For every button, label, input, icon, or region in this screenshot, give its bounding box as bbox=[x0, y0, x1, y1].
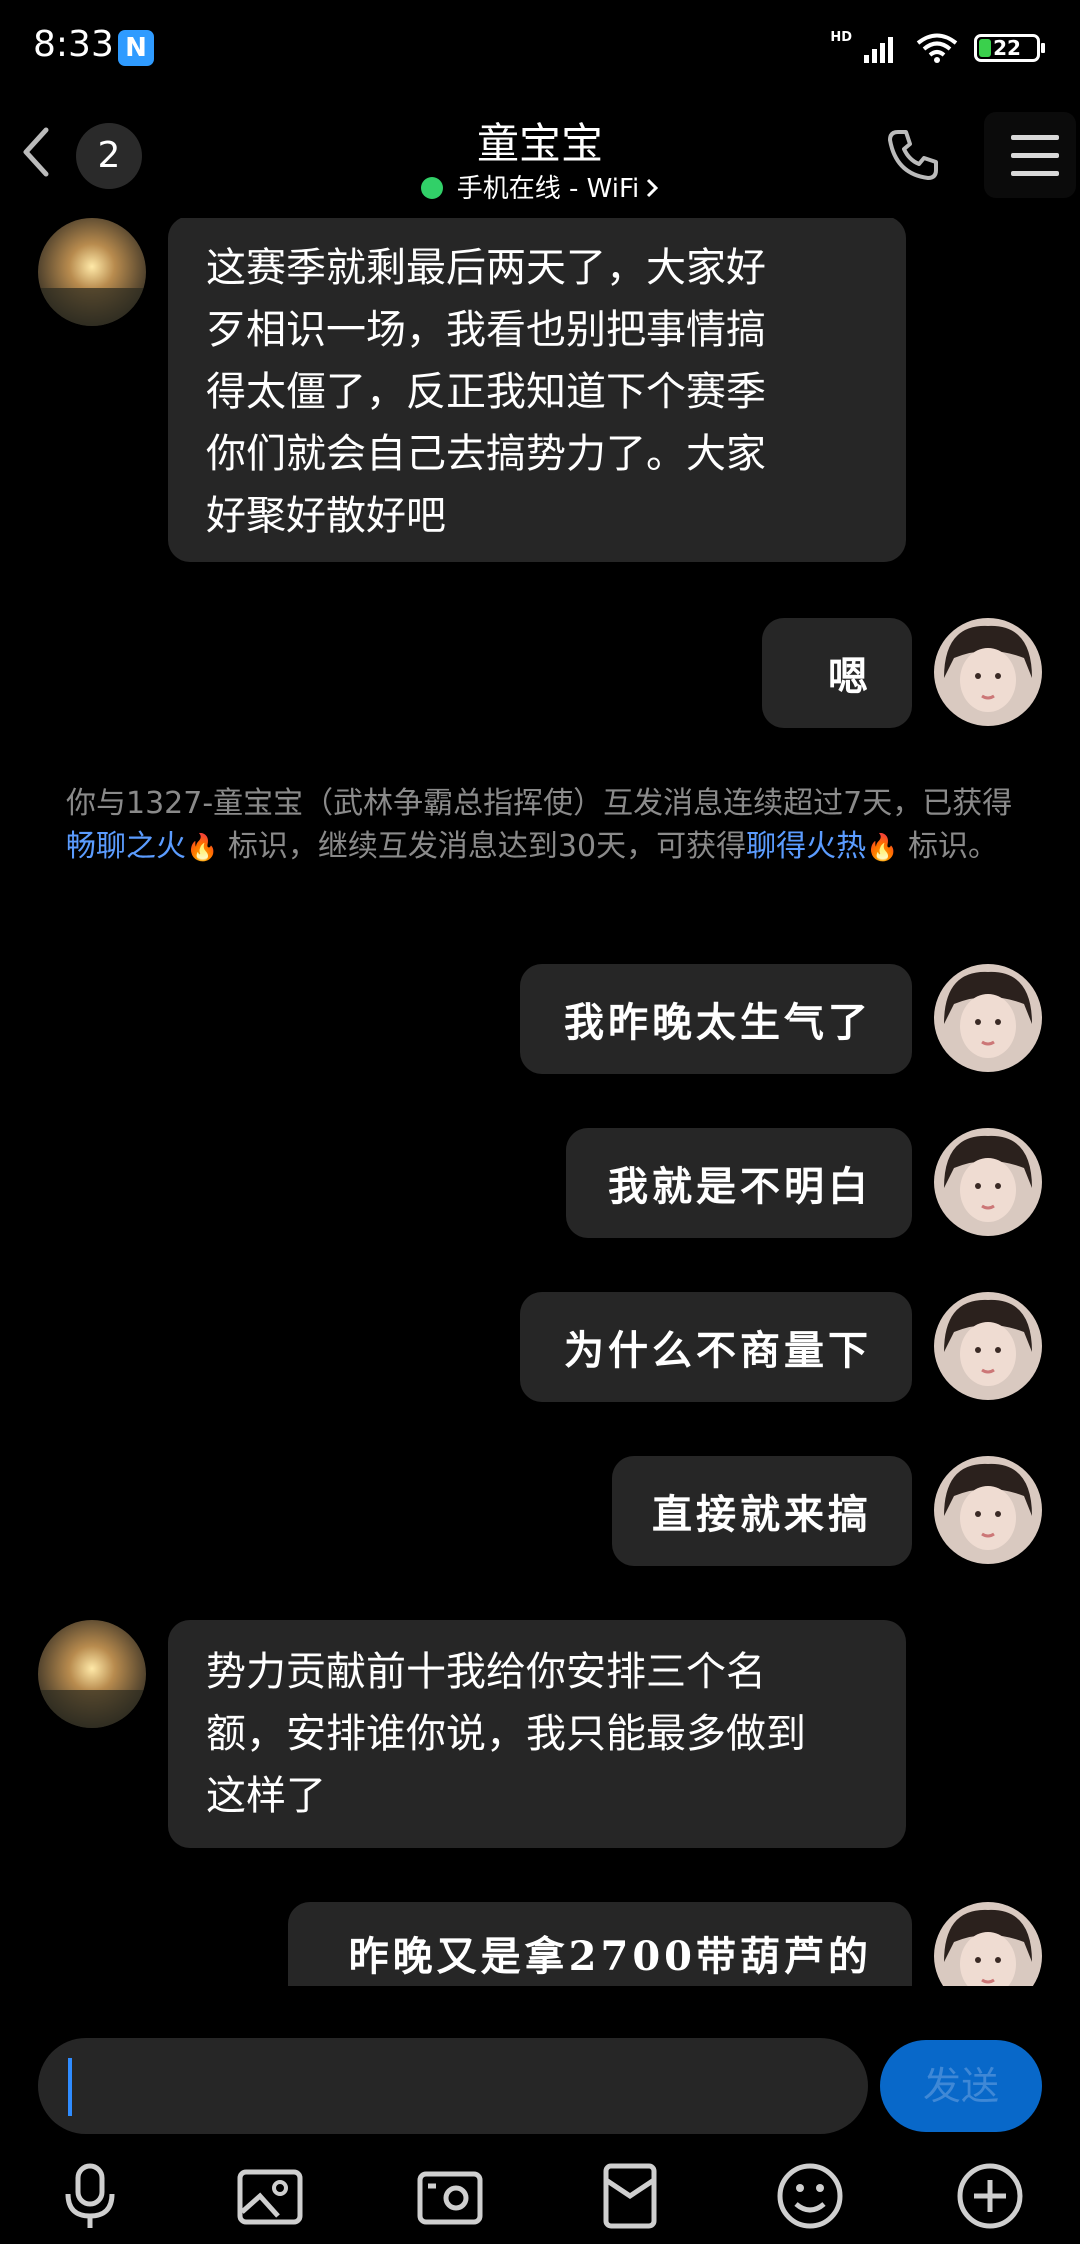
status-time: 8:33 bbox=[33, 24, 114, 65]
notice-text: 你与1327-童宝宝（武林争霸总指挥使）互发消息连续超过7天，已获得 bbox=[66, 786, 1013, 821]
message-text: 昨晚又是拿2700带葫芦的来 bbox=[348, 1933, 872, 1980]
user-avatar[interactable] bbox=[934, 1902, 1042, 1986]
red-packet-icon[interactable] bbox=[594, 2160, 666, 2232]
emoji-icon[interactable] bbox=[774, 2160, 846, 2232]
message-text: 嗯 bbox=[828, 653, 872, 700]
message-bubble[interactable]: 我昨晚太生气了 bbox=[520, 964, 912, 1074]
chevron-right-icon bbox=[647, 178, 659, 198]
message-text: 我就是不明白 bbox=[608, 1163, 872, 1210]
bottom-toolbar bbox=[0, 2150, 1080, 2240]
network-label: HD bbox=[830, 29, 852, 45]
contact-avatar[interactable] bbox=[38, 218, 146, 326]
user-avatar[interactable] bbox=[934, 618, 1042, 726]
contact-avatar[interactable] bbox=[38, 1620, 146, 1728]
message-bubble[interactable]: 嗯 bbox=[762, 618, 912, 728]
text-caret bbox=[68, 2058, 72, 2116]
menu-icon[interactable] bbox=[984, 112, 1076, 198]
notice-text: 标识。 bbox=[908, 829, 999, 864]
flame-icon: 🔥 bbox=[186, 833, 219, 863]
message-text: 直接就来搞 bbox=[652, 1491, 872, 1538]
camera-icon[interactable] bbox=[414, 2160, 486, 2232]
message-bubble[interactable]: 为什么不商量下 bbox=[520, 1292, 912, 1402]
image-icon[interactable] bbox=[234, 2160, 306, 2232]
message-text: 这赛季就剩最后两天了，大家好 歹相识一场，我看也别把事情搞 得太僵了，反正我知道… bbox=[206, 245, 766, 539]
message-list[interactable]: 这赛季就剩最后两天了，大家好 歹相识一场，我看也别把事情搞 得太僵了，反正我知道… bbox=[0, 218, 1080, 1986]
message-bubble[interactable]: 直接就来搞 bbox=[612, 1456, 912, 1566]
badge-link-hot-chat[interactable]: 聊得火热 bbox=[746, 829, 866, 864]
battery-icon: 22 bbox=[974, 34, 1045, 62]
app-notification-icon: N bbox=[118, 30, 154, 66]
message-bubble[interactable]: 昨晚又是拿2700带葫芦的来 bbox=[288, 1902, 912, 1986]
status-icons: HD 22 bbox=[830, 26, 1045, 70]
message-bubble[interactable]: 势力贡献前十我给你安排三个名 额，安排谁你说，我只能最多做到 这样了 bbox=[168, 1620, 906, 1848]
online-dot-icon bbox=[420, 177, 443, 199]
flame-icon: 🔥 bbox=[866, 833, 899, 863]
presence-text: 手机在线 - WiFi bbox=[456, 174, 640, 204]
user-avatar[interactable] bbox=[934, 1456, 1042, 1564]
user-avatar[interactable] bbox=[934, 1292, 1042, 1400]
message-bubble[interactable]: 我就是不明白 bbox=[566, 1128, 912, 1238]
user-avatar[interactable] bbox=[934, 1128, 1042, 1236]
battery-level: 22 bbox=[993, 36, 1021, 60]
message-text: 为什么不商量下 bbox=[564, 1327, 872, 1374]
user-avatar[interactable] bbox=[934, 964, 1042, 1072]
signal-icon bbox=[864, 37, 893, 63]
message-text: 势力贡献前十我给你安排三个名 额，安排谁你说，我只能最多做到 这样了 bbox=[206, 1649, 806, 1819]
system-notice: 你与1327-童宝宝（武林争霸总指挥使）互发消息连续超过7天，已获得畅聊之火🔥 … bbox=[66, 782, 1026, 870]
send-button[interactable]: 发送 bbox=[880, 2040, 1042, 2132]
notice-text: 标识，继续互发消息达到30天，可获得 bbox=[227, 829, 747, 864]
wifi-icon bbox=[916, 33, 958, 63]
plus-icon[interactable] bbox=[954, 2160, 1026, 2232]
message-bubble[interactable]: 这赛季就剩最后两天了，大家好 歹相识一场，我看也别把事情搞 得太僵了，反正我知道… bbox=[168, 218, 906, 562]
badge-link-chat-fire[interactable]: 畅聊之火 bbox=[66, 829, 186, 864]
microphone-icon[interactable] bbox=[54, 2160, 126, 2232]
message-input[interactable] bbox=[38, 2038, 868, 2134]
message-text: 我昨晚太生气了 bbox=[564, 999, 872, 1046]
phone-icon[interactable] bbox=[884, 126, 942, 184]
